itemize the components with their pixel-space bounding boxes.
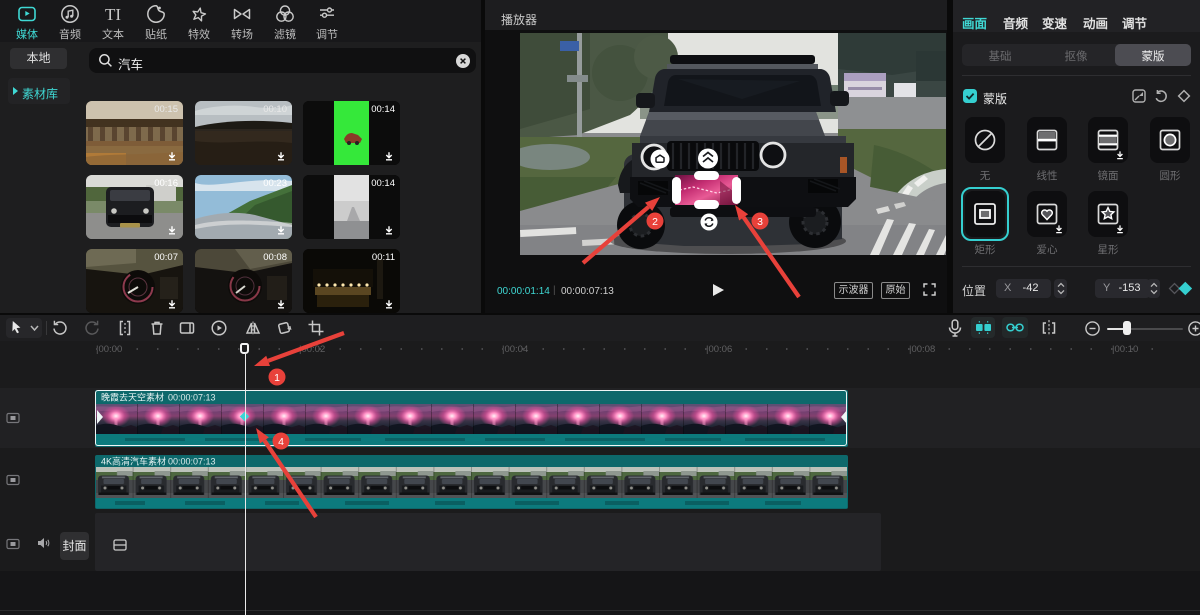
- svg-text:TI: TI: [105, 5, 121, 24]
- svg-text:4K高清汽车素材: 4K高清汽车素材: [101, 456, 166, 467]
- svg-text:00:00:07:13: 00:00:07:13: [168, 457, 216, 467]
